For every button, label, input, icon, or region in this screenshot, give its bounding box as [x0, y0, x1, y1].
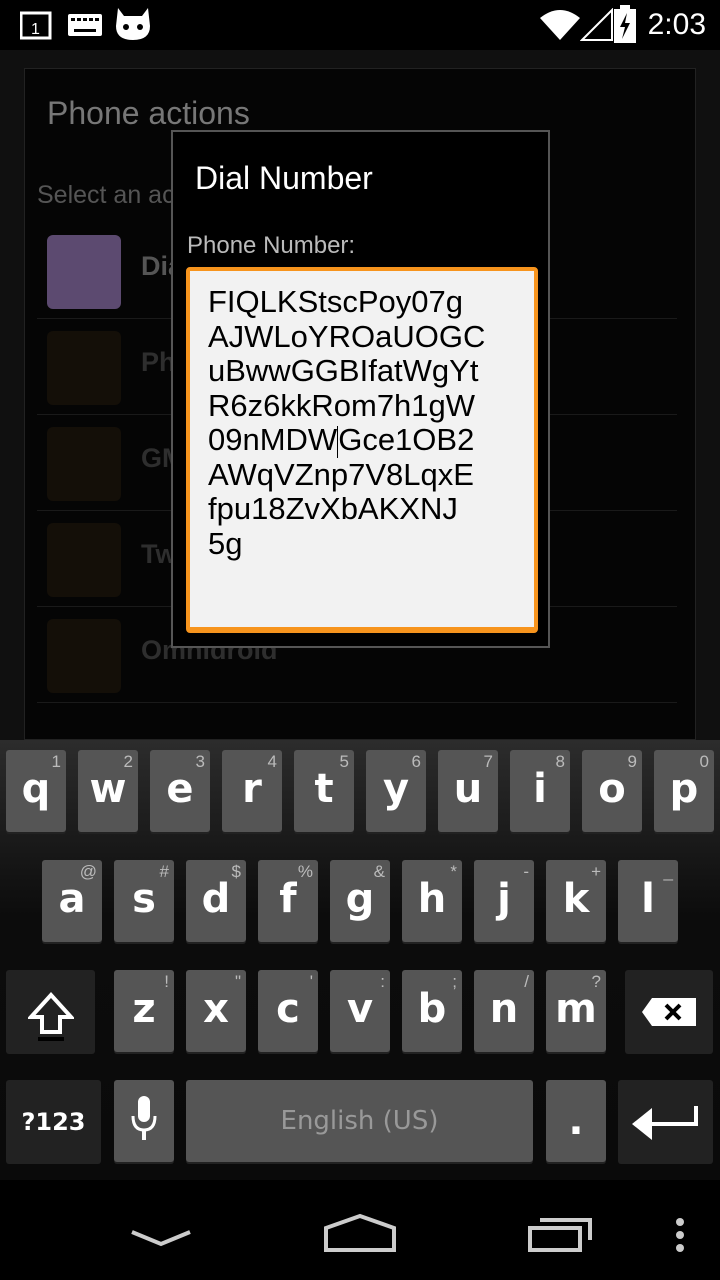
key-s[interactable]: # s [114, 860, 174, 942]
shift-icon [28, 992, 74, 1041]
space-key[interactable]: English (US) [186, 1080, 533, 1162]
key-r[interactable]: 4r [222, 750, 282, 832]
key-label: x [203, 986, 229, 1032]
status-bar: 1 2:03 [0, 0, 720, 50]
key-o[interactable]: 9o [582, 750, 642, 832]
key-label: v [346, 986, 374, 1032]
key-label: k [562, 876, 590, 922]
key-label: d [201, 876, 231, 922]
key-g[interactable]: & g [330, 860, 390, 942]
home-icon[interactable] [322, 1212, 398, 1254]
phone-number-input[interactable]: FIQLKStscPoy07g AJWLoYROaUOGC uBwwGGBIfa… [186, 267, 538, 633]
svg-text:1: 1 [31, 21, 40, 38]
key-label: q [21, 766, 51, 812]
key-x[interactable]: " x [186, 970, 246, 1052]
wifi-icon [540, 10, 580, 40]
key-label: w [89, 766, 127, 812]
key-label: z [132, 986, 156, 1032]
navigation-bar [0, 1180, 720, 1280]
action-icon [47, 235, 121, 309]
period-key[interactable]: . [546, 1080, 606, 1162]
key-w[interactable]: 2w [78, 750, 138, 832]
action-icon [47, 523, 121, 597]
key-label: i [533, 766, 547, 812]
delete-key[interactable] [625, 970, 713, 1052]
action-icon [47, 619, 121, 693]
key-label: y [382, 766, 410, 812]
clock: 2:03 [647, 8, 706, 41]
key-label: g [345, 876, 375, 922]
key-label: r [242, 766, 262, 812]
phone-number-label: Phone Number: [187, 232, 356, 258]
key-c[interactable]: ' c [258, 970, 318, 1052]
key-m[interactable]: ? m [546, 970, 606, 1052]
back-icon[interactable] [130, 1228, 192, 1250]
key-label: c [276, 986, 300, 1032]
key-label: s [132, 876, 156, 922]
key-label: n [489, 986, 519, 1032]
key-e[interactable]: 3e [150, 750, 210, 832]
symbols-key[interactable]: ?123 [6, 1080, 101, 1162]
key-q[interactable]: 1q [6, 750, 66, 832]
signal-icon [580, 8, 613, 41]
enter-icon [632, 1106, 698, 1140]
enter-key[interactable] [618, 1080, 713, 1162]
key-label: e [166, 766, 194, 812]
key-j[interactable]: -j [474, 860, 534, 942]
dialog-title: Phone actions [47, 95, 250, 131]
key-label: j [497, 876, 511, 922]
key-label: u [453, 766, 483, 812]
action-icon [47, 427, 121, 501]
menu-icon[interactable] [674, 1216, 686, 1256]
key-label: p [669, 766, 699, 812]
backspace-icon [642, 998, 696, 1026]
voice-input-key[interactable] [114, 1080, 174, 1162]
key-y[interactable]: 6y [366, 750, 426, 832]
key-n[interactable]: / n [474, 970, 534, 1052]
battery-charging-icon [614, 5, 636, 43]
key-k[interactable]: + k [546, 860, 606, 942]
microphone-icon [131, 1096, 157, 1140]
key-z[interactable]: ! z [114, 970, 174, 1052]
key-label: b [417, 986, 447, 1032]
key-f[interactable]: % f [258, 860, 318, 942]
key-label: f [279, 876, 297, 922]
key-p[interactable]: 0p [654, 750, 714, 832]
key-u[interactable]: 7u [438, 750, 498, 832]
key-t[interactable]: 5t [294, 750, 354, 832]
dial-number-dialog: Dial Number Phone Number: FIQLKStscPoy07… [171, 130, 550, 648]
key-label: t [314, 766, 334, 812]
key-label: a [58, 876, 86, 922]
key-d[interactable]: $ d [186, 860, 246, 942]
key-h[interactable]: * h [402, 860, 462, 942]
key-label: m [555, 986, 597, 1032]
notification-icon: 1 [20, 11, 52, 40]
key-a[interactable]: @ a [42, 860, 102, 942]
key-label: l [641, 876, 655, 922]
key-label: o [598, 766, 626, 812]
action-icon [47, 331, 121, 405]
dialog-title: Dial Number [195, 160, 373, 196]
shift-key[interactable] [6, 970, 95, 1052]
recents-icon[interactable] [526, 1212, 596, 1254]
key-label: h [417, 876, 447, 922]
key-v[interactable]: :v [330, 970, 390, 1052]
keyboard: 1 q 2 w 3 e 4 r 5 t 6 y 7 u 8 i 9 o 0 p @ a # s $ d% f & g * h - j + k _ l ! z… [0, 740, 720, 1180]
keyboard-icon [68, 14, 102, 36]
key-l[interactable]: _ l [618, 860, 678, 942]
key-b[interactable]: ; b [402, 970, 462, 1052]
key-i[interactable]: 8i [510, 750, 570, 832]
cyanogen-icon [116, 8, 150, 40]
